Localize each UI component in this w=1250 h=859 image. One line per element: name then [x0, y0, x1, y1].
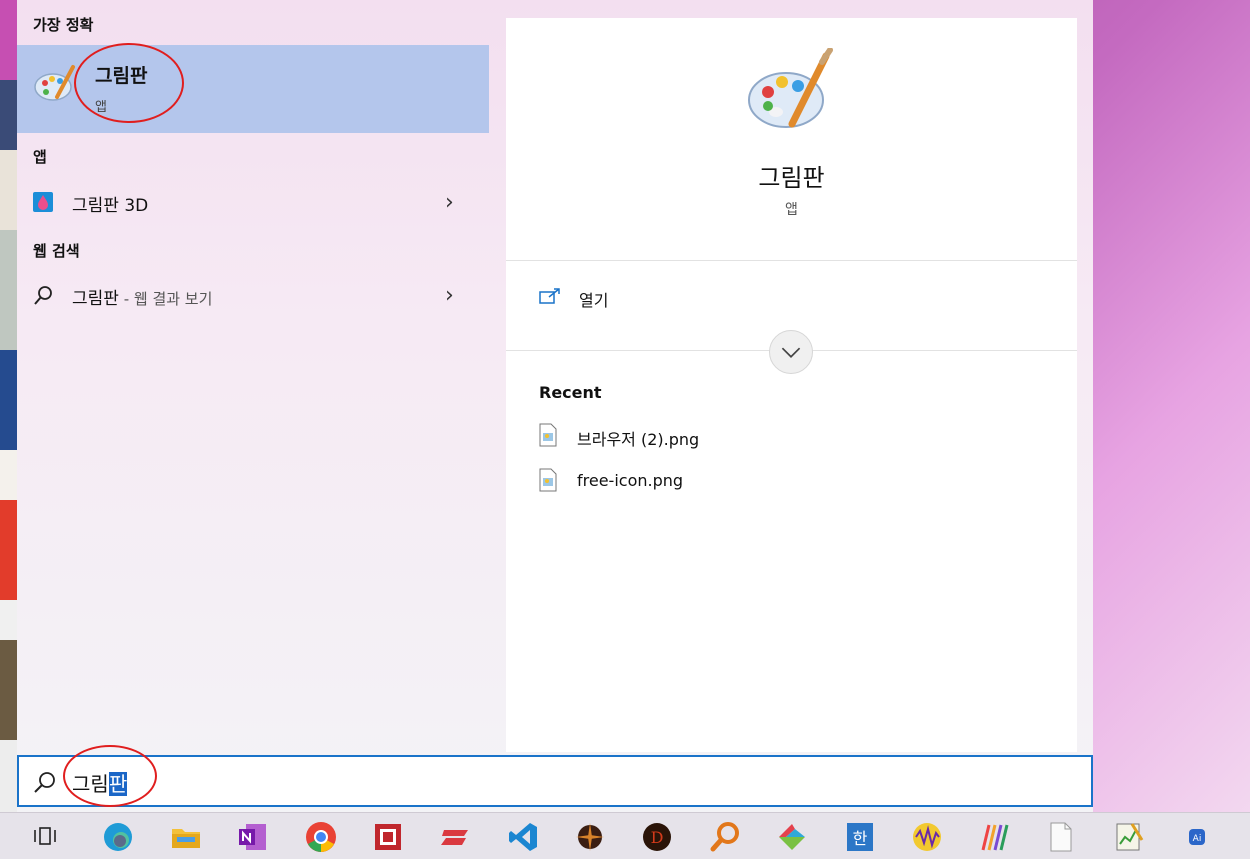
svg-text:D: D	[651, 828, 664, 847]
search-icon	[34, 772, 55, 793]
game-d2-icon[interactable]	[573, 820, 607, 854]
paint-palette-icon	[748, 48, 833, 128]
chrome-icon[interactable]	[304, 820, 338, 854]
annotation-circle	[74, 43, 184, 123]
app-item-label: 그림판 3D	[72, 196, 149, 216]
svg-text:Ai: Ai	[1193, 834, 1202, 844]
search-icon	[34, 286, 52, 305]
game-d-icon[interactable]: D	[640, 820, 674, 854]
audio-wave-icon[interactable]	[910, 820, 944, 854]
image-file-icon	[539, 468, 557, 492]
divider	[506, 260, 1077, 261]
results-list: 가장 정확 그림판 앱 앱 그림판 3D › 웹 검색 그림판 - 웹 결과 보…	[17, 0, 489, 752]
image-file-icon	[539, 423, 557, 447]
open-action[interactable]: 열기	[539, 284, 839, 314]
recent-file-name: 브라우저 (2).png	[577, 430, 700, 449]
start-menu-search-panel: 가장 정확 그림판 앱 앱 그림판 3D › 웹 검색 그림판 - 웹 결과 보…	[17, 0, 1093, 812]
annotation-circle	[63, 745, 157, 807]
recent-file-name: free-icon.png	[577, 471, 684, 490]
pencil-lines-icon[interactable]	[977, 820, 1011, 854]
taskbar: D 한 Ai	[0, 812, 1250, 859]
web-search-suffix: - 웹 결과 보기	[118, 290, 213, 308]
chevron-down-icon	[781, 347, 801, 358]
expand-button[interactable]	[769, 330, 813, 374]
recent-file-item[interactable]: free-icon.png	[539, 468, 939, 498]
magnifier-icon[interactable]	[708, 820, 742, 854]
recent-heading: Recent	[539, 383, 602, 402]
express-vpn-icon[interactable]	[438, 820, 472, 854]
file-explorer-icon[interactable]	[169, 820, 203, 854]
chevron-right-icon[interactable]: ›	[445, 190, 454, 215]
open-window-icon	[539, 288, 560, 304]
web-search-item[interactable]: 그림판 - 웹 결과 보기 ›	[17, 275, 489, 315]
hancom-icon[interactable]: 한	[843, 820, 877, 854]
preview-pane: 그림판 앱 열기 Recent 브라우저 (2).png free-icon.p…	[506, 18, 1077, 752]
ai-app-icon[interactable]: Ai	[1180, 820, 1214, 854]
paint-palette-icon	[34, 65, 75, 101]
recent-file-item[interactable]: 브라우저 (2).png	[539, 423, 939, 453]
apps-heading: 앱	[33, 148, 47, 166]
best-match-heading: 가장 정확	[33, 16, 94, 34]
app-item-paint-3d[interactable]: 그림판 3D ›	[17, 182, 489, 222]
web-search-query: 그림판	[72, 289, 119, 309]
web-search-label: 그림판 - 웹 결과 보기	[72, 284, 212, 309]
paint-3d-icon	[33, 192, 53, 212]
chevron-right-icon[interactable]: ›	[445, 283, 454, 308]
preview-type: 앱	[785, 202, 798, 218]
search-box[interactable]: 그림판	[17, 745, 1093, 807]
colorful-app-icon[interactable]	[775, 820, 809, 854]
vscode-icon[interactable]	[506, 820, 540, 854]
preview-title: 그림판	[758, 164, 825, 192]
notepad-chart-icon[interactable]	[1112, 820, 1146, 854]
screen-capture-icon[interactable]	[371, 820, 405, 854]
onenote-icon[interactable]	[236, 820, 270, 854]
desktop-icons-strip	[0, 0, 17, 812]
task-view-icon[interactable]	[28, 820, 62, 854]
edge-icon[interactable]	[101, 820, 135, 854]
blank-document-icon[interactable]	[1044, 820, 1078, 854]
svg-text:한: 한	[853, 829, 868, 848]
open-label: 열기	[579, 291, 609, 310]
web-search-heading: 웹 검색	[33, 242, 80, 260]
